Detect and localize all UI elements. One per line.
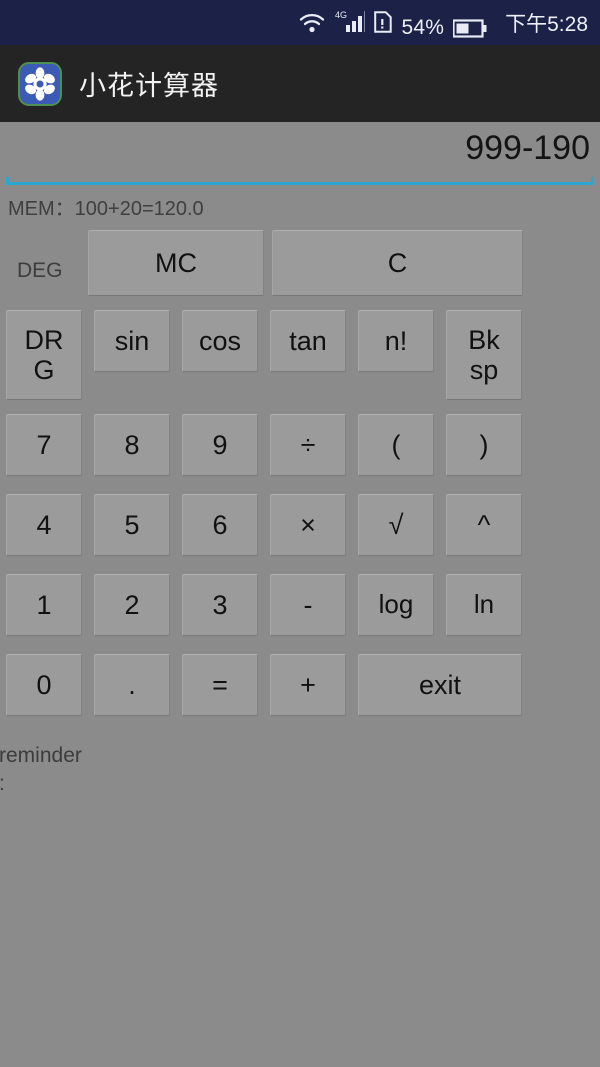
minus-button[interactable]: - <box>270 574 346 636</box>
key-8[interactable]: 8 <box>94 414 170 476</box>
multiply-button[interactable]: × <box>270 494 346 556</box>
divide-button[interactable]: ÷ <box>270 414 346 476</box>
key-1[interactable]: 1 <box>6 574 82 636</box>
cos-button[interactable]: cos <box>182 310 258 372</box>
memory-label: MEM：100+20=120.0 <box>8 198 204 220</box>
expression-underline <box>6 177 594 185</box>
status-bar-icons: 4G 54% 下午5:28 <box>298 8 588 38</box>
backspace-button[interactable]: Bk sp <box>446 310 522 400</box>
power-button[interactable]: ^ <box>446 494 522 556</box>
app-bar: 小花计算器 <box>0 45 600 122</box>
ln-button[interactable]: ln <box>446 574 522 636</box>
key-0[interactable]: 0 <box>6 654 82 716</box>
flower-app-icon <box>18 61 62 106</box>
angle-mode-label: DEG <box>17 259 63 282</box>
log-button[interactable]: log <box>358 574 434 636</box>
equals-button[interactable]: = <box>182 654 258 716</box>
signal-bars-icon: 4G <box>335 9 366 38</box>
expression-field[interactable]: 999-190 <box>0 122 600 185</box>
reminder-label: reminder : <box>0 744 82 795</box>
clear-button[interactable]: C <box>272 230 523 296</box>
exit-button[interactable]: exit <box>358 654 522 716</box>
sim-card-icon <box>374 10 393 38</box>
clock-label: 下午5:28 <box>505 12 588 36</box>
expression-value: 999-190 <box>465 129 590 167</box>
wifi-icon <box>298 11 326 38</box>
key-6[interactable]: 6 <box>182 494 258 556</box>
paren-open-button[interactable]: ( <box>358 414 434 476</box>
paren-close-button[interactable]: ) <box>446 414 522 476</box>
svg-text:4G: 4G <box>335 10 347 20</box>
factorial-button[interactable]: n! <box>358 310 434 372</box>
key-7[interactable]: 7 <box>6 414 82 476</box>
drg-button[interactable]: DR G <box>6 310 82 400</box>
key-2[interactable]: 2 <box>94 574 170 636</box>
battery-percent-label: 54% <box>401 15 445 39</box>
sqrt-button[interactable]: √ <box>358 494 434 556</box>
tan-button[interactable]: tan <box>270 310 346 372</box>
key-3[interactable]: 3 <box>182 574 258 636</box>
calculator-screen: 999-190 MEM：100+20=120.0 DEG MC C DR G s… <box>0 122 600 1067</box>
page-title: 小花计算器 <box>79 71 219 101</box>
memory-clear-button[interactable]: MC <box>88 230 264 296</box>
calculator-app: 4G 54% 下午5:28 小花计算器 999-190 MEM：100+20=1… <box>0 0 600 1067</box>
decimal-point-button[interactable]: . <box>94 654 170 716</box>
status-bar: 4G 54% 下午5:28 <box>0 0 600 45</box>
key-5[interactable]: 5 <box>94 494 170 556</box>
key-9[interactable]: 9 <box>182 414 258 476</box>
plus-button[interactable]: + <box>270 654 346 716</box>
key-4[interactable]: 4 <box>6 494 82 556</box>
sin-button[interactable]: sin <box>94 310 170 372</box>
battery-icon <box>453 18 487 38</box>
